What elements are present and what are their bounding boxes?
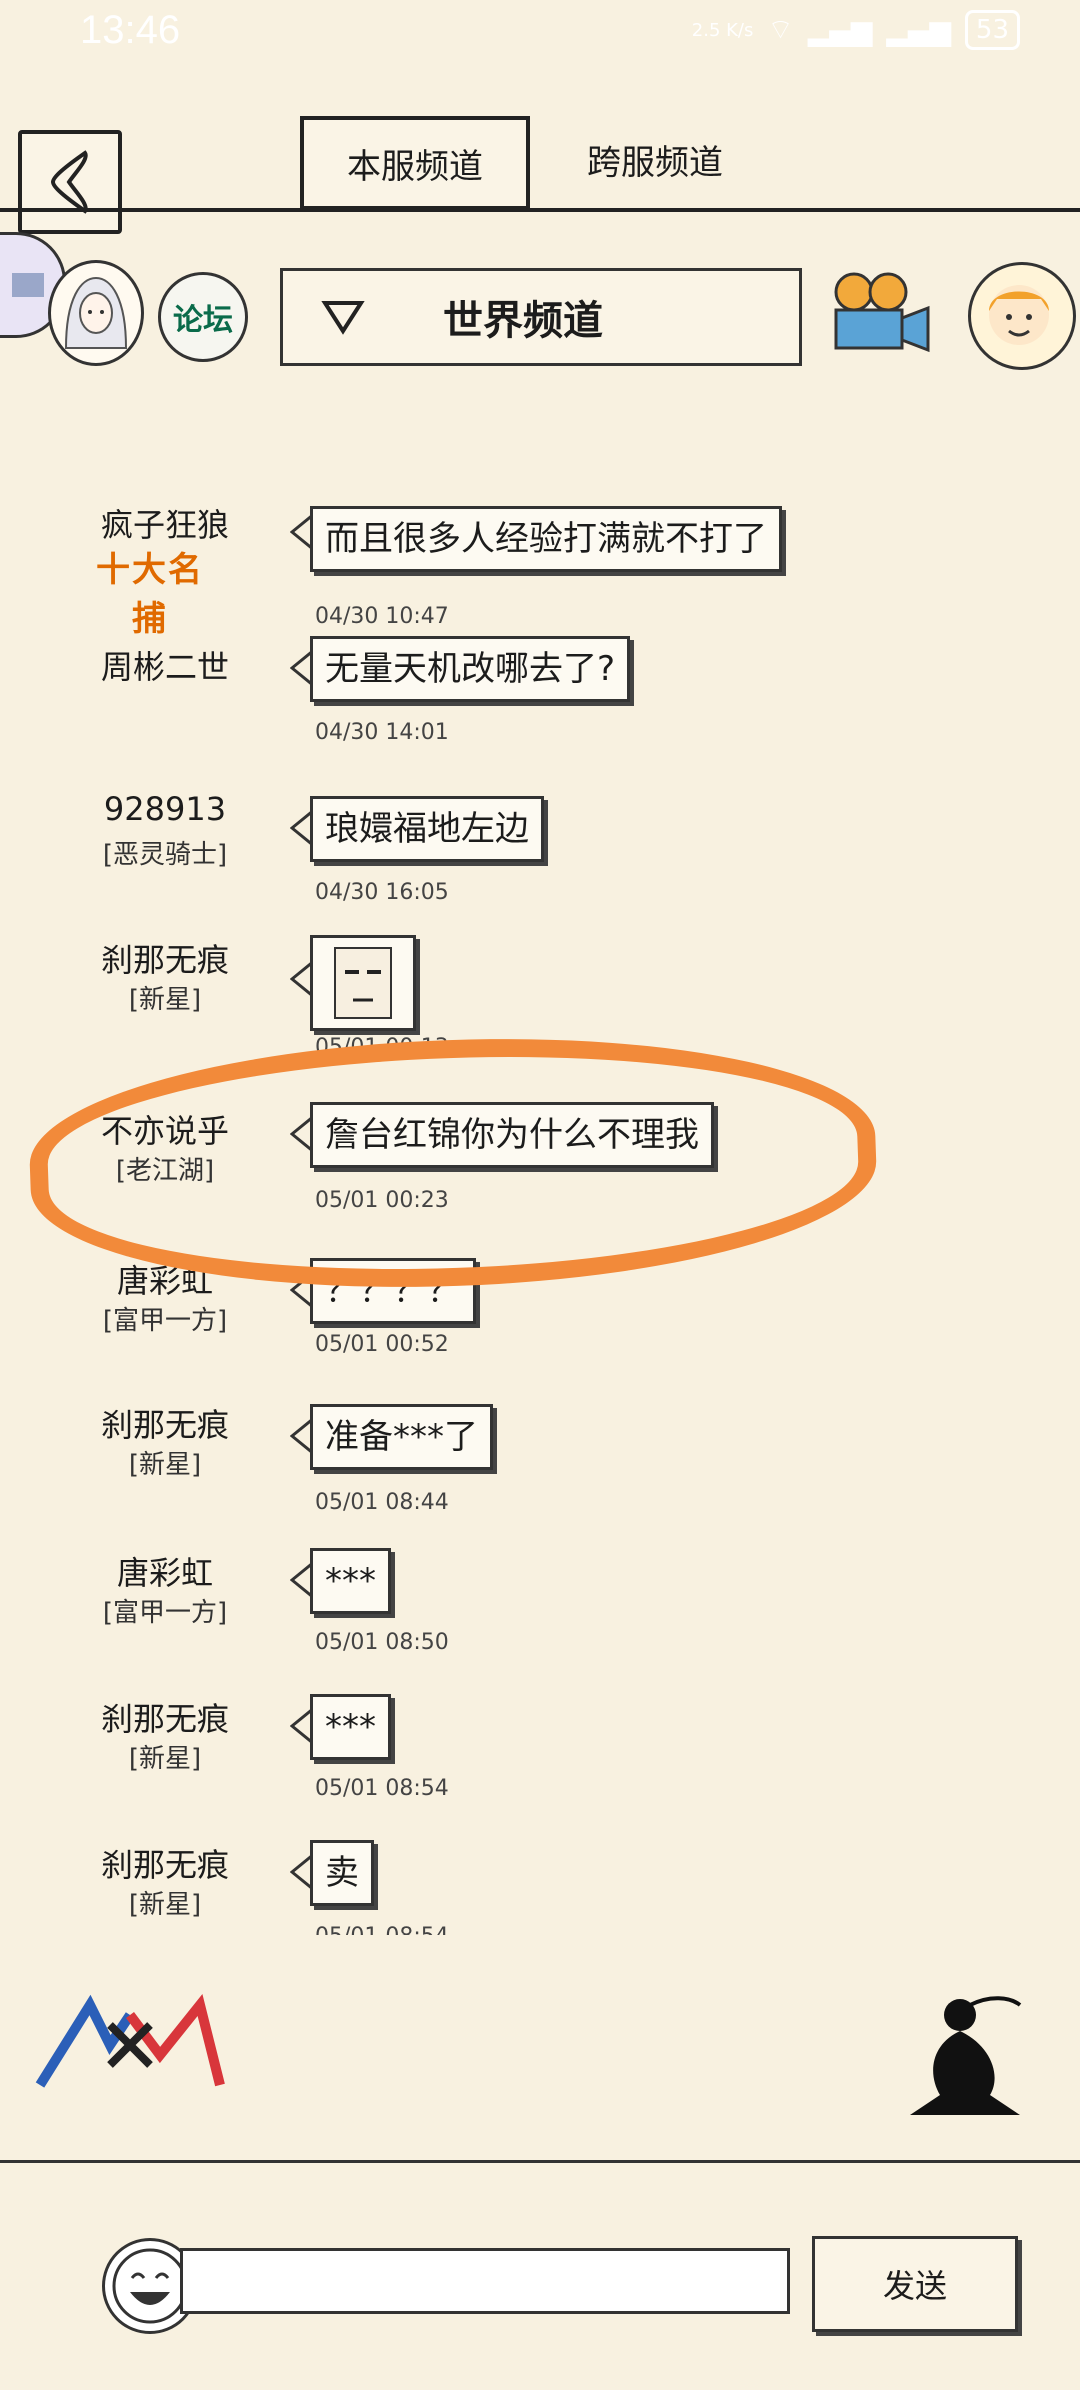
sender-tag: [新星]	[128, 1744, 202, 1774]
sender-name[interactable]: 刹那无痕	[45, 1400, 285, 1446]
message-bubble[interactable]: 琅嬛福地左边	[310, 796, 544, 862]
signal-icon: ▂▄▆	[807, 13, 873, 47]
message-time: 05/01 08:50	[315, 1630, 449, 1655]
status-icons: 2.5 K/s ⌔ ▂▄▆ ▂▄▆ 53	[692, 10, 1020, 50]
message-time: 05/01 00:52	[315, 1332, 449, 1357]
send-button[interactable]: 发送	[812, 2236, 1018, 2332]
sender-name[interactable]: 疯子狂狼	[45, 500, 285, 546]
user-avatar[interactable]	[968, 262, 1076, 370]
channel-dropdown[interactable]: 世界频道	[280, 268, 802, 366]
face-sticker[interactable]	[310, 935, 416, 1031]
sender-tag: [富甲一方]	[102, 1598, 228, 1628]
character-avatar[interactable]	[48, 260, 144, 366]
sender-tag: [富甲一方]	[102, 1306, 228, 1336]
message-bubble[interactable]: 卖	[310, 1840, 374, 1906]
meditating-figure-icon[interactable]	[900, 1985, 1030, 2125]
chat-input[interactable]	[180, 2248, 790, 2314]
message-bubble[interactable]: 而且很多人经验打满就不打了	[310, 506, 782, 572]
title-badge: 十大名捕	[96, 550, 204, 639]
sender-tag: [新星]	[128, 985, 202, 1015]
sender-name[interactable]: 唐彩虹	[45, 1548, 285, 1594]
face-sticker-icon	[334, 947, 392, 1019]
forum-button[interactable]: 论坛	[158, 272, 248, 362]
message-time: 05/01 08:54	[315, 1924, 449, 1935]
versus-logo-icon[interactable]	[30, 1985, 230, 2095]
bottom-divider	[0, 2160, 1080, 2163]
network-speed: 2.5 K/s	[691, 19, 754, 41]
status-time: 13:46	[80, 8, 181, 52]
wifi-icon: ⌔	[767, 12, 794, 46]
message-time: 04/30 14:01	[315, 720, 449, 745]
user-face-icon	[989, 285, 1049, 345]
message-time: 04/30 10:47	[315, 604, 449, 629]
back-arrow-icon	[50, 150, 88, 214]
message-time: 05/01 08:44	[315, 1490, 449, 1515]
status-bar: 13:46 2.5 K/s ⌔ ▂▄▆ ▂▄▆ 53	[0, 0, 1080, 70]
sender-name[interactable]: 刹那无痕	[45, 935, 285, 981]
message-bubble[interactable]: 无量天机改哪去了?	[310, 636, 631, 702]
character-portrait-icon	[64, 276, 128, 349]
message-bubble[interactable]: 准备***了	[310, 1404, 493, 1470]
video-camera-icon[interactable]	[826, 268, 934, 360]
tab-local-server[interactable]: 本服频道	[300, 116, 530, 210]
message-bubble[interactable]: ***	[310, 1548, 391, 1614]
laughing-face-icon	[112, 2248, 188, 2324]
sender-name[interactable]: 周彬二世	[45, 642, 285, 688]
sender-name[interactable]: 928913	[45, 790, 285, 828]
chevron-down-icon	[283, 299, 403, 335]
banner-icon	[12, 273, 44, 297]
message-time: 05/01 08:54	[315, 1776, 449, 1801]
battery-icon: 53	[964, 10, 1020, 50]
sender-tag: [恶灵骑士]	[102, 840, 228, 870]
sender-name[interactable]: 刹那无痕	[45, 1840, 285, 1886]
message-bubble[interactable]: ***	[310, 1694, 391, 1760]
sender-tag: [新星]	[128, 1890, 202, 1920]
sender-tag: [新星]	[128, 1450, 202, 1480]
header-divider	[0, 208, 1080, 212]
sender-name[interactable]: 刹那无痕	[45, 1694, 285, 1740]
signal-icon: ▂▄▆	[886, 13, 951, 47]
back-button[interactable]	[18, 130, 122, 234]
channel-label: 世界频道	[443, 298, 603, 344]
tab-cross-server[interactable]: 跨服频道	[560, 116, 750, 202]
message-time: 04/30 16:05	[315, 880, 449, 905]
